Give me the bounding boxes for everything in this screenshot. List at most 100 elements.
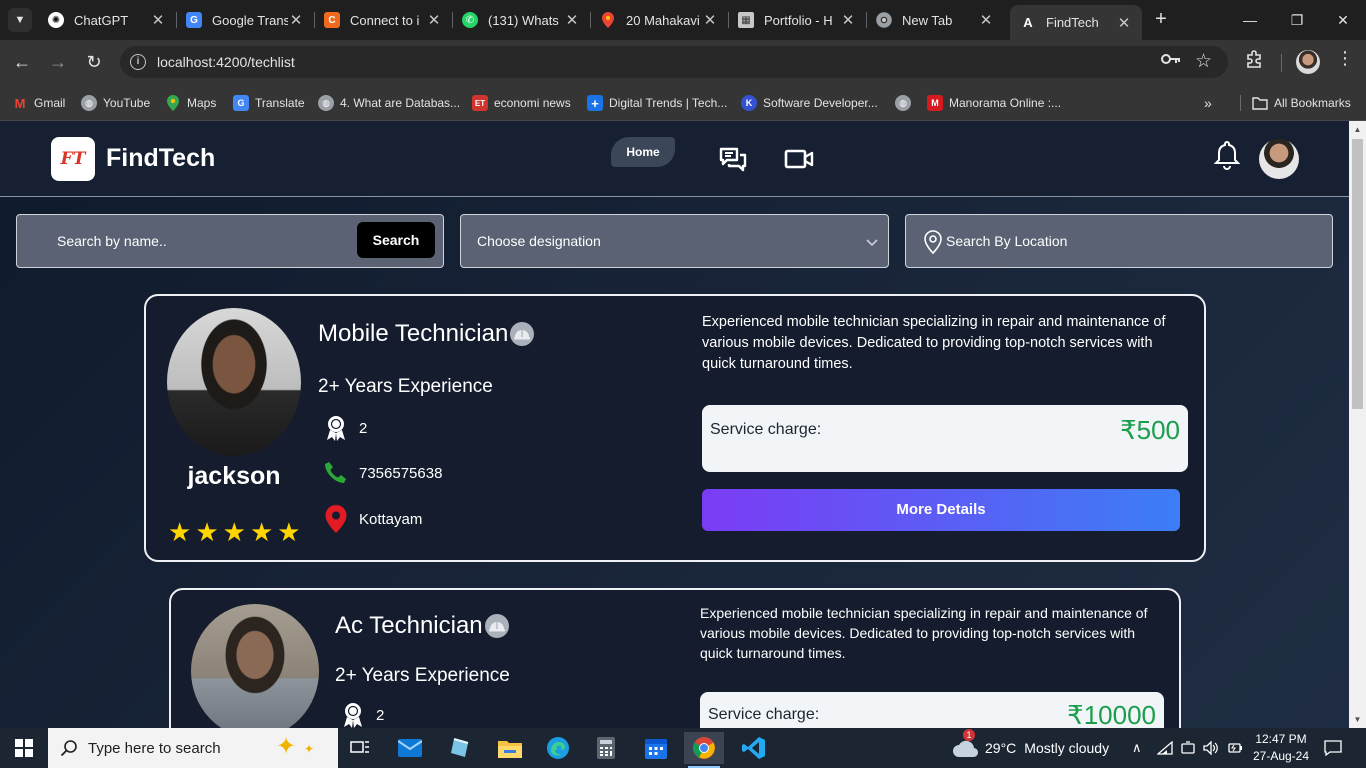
weather-widget[interactable]: 1 29°C Mostly cloudy — [952, 728, 1109, 768]
bookmark-gmail[interactable]: M Gmail — [12, 93, 66, 113]
address-bar[interactable]: i localhost:4200/techlist ☆ — [120, 46, 1228, 78]
tab-chatgpt[interactable]: ✺ ChatGPT ✕ — [38, 5, 177, 35]
bookmark-globe[interactable]: ◍ — [895, 93, 917, 113]
back-icon[interactable]: ← — [10, 50, 34, 74]
designation-select[interactable]: Choose designation — [460, 214, 889, 268]
scrollbar-thumb[interactable] — [1352, 139, 1363, 409]
close-icon[interactable]: ✕ — [426, 11, 442, 29]
tab-new-tab[interactable]: New Tab ✕ — [866, 5, 1004, 35]
star-icon: ★ — [222, 517, 246, 547]
close-window-button[interactable]: ✕ — [1320, 0, 1366, 40]
scroll-down-icon[interactable]: ▼ — [1349, 711, 1366, 728]
close-icon[interactable]: ✕ — [288, 11, 304, 29]
nav-home[interactable]: Home — [611, 137, 675, 167]
new-tab-button[interactable]: + — [1150, 8, 1172, 30]
mail-icon[interactable] — [390, 732, 430, 764]
volume-icon[interactable] — [1203, 728, 1219, 768]
browser-tabstrip: ▼ ✺ ChatGPT ✕ G Google Trans ✕ C Connect… — [0, 0, 1366, 40]
power-plug-icon[interactable] — [1227, 728, 1243, 768]
extensions-icon[interactable] — [1245, 50, 1263, 73]
bookmark-economic-news[interactable]: ET economi news — [472, 93, 571, 113]
calendar-icon[interactable] — [636, 732, 676, 764]
angular-icon: A — [1023, 15, 1033, 30]
tab-findtech[interactable]: A FindTech ✕ — [1010, 5, 1142, 40]
service-charge-box: Service charge: ₹500 — [702, 405, 1188, 472]
close-icon[interactable]: ✕ — [1116, 14, 1132, 32]
tab-connect[interactable]: C Connect to i ✕ — [314, 5, 453, 35]
search-button[interactable]: Search — [357, 222, 435, 258]
app-header: FT FindTech Home — [0, 121, 1349, 197]
password-key-icon[interactable] — [1161, 52, 1181, 71]
video-call-icon[interactable] — [784, 147, 814, 177]
site-info-icon[interactable]: i — [130, 54, 146, 70]
tab-mahakavi[interactable]: 20 Mahakavi ✕ — [590, 5, 729, 35]
bookmark-translate[interactable]: G Translate — [233, 93, 305, 113]
close-icon[interactable]: ✕ — [150, 11, 166, 29]
phone-number[interactable]: 7356575638 — [359, 465, 442, 482]
award-ribbon-icon — [322, 413, 350, 443]
more-details-button[interactable]: More Details — [702, 489, 1180, 531]
sparkle-icon: ✦ — [276, 733, 297, 760]
close-icon[interactable]: ✕ — [702, 11, 718, 29]
chat-icon[interactable] — [718, 145, 748, 175]
close-icon[interactable]: ✕ — [564, 11, 580, 29]
network-icon[interactable] — [1157, 728, 1173, 768]
chrome-icon — [876, 12, 892, 28]
taskbar-search-input[interactable]: Type here to search — [88, 740, 221, 757]
tab-google-translate[interactable]: G Google Trans ✕ — [176, 5, 315, 35]
bookmark-manorama[interactable]: M Manorama Online :... — [927, 93, 1061, 113]
page-scrollbar[interactable]: ▲ ▼ — [1349, 121, 1366, 728]
notes-app-icon[interactable] — [440, 732, 480, 764]
findtech-logo[interactable]: FT — [51, 137, 95, 181]
tab-search-button[interactable]: ▼ — [8, 8, 32, 32]
brand-name[interactable]: FindTech — [106, 144, 215, 173]
scroll-up-icon[interactable]: ▲ — [1349, 121, 1366, 138]
taskbar-clock[interactable]: 12:47 PM 27-Aug-24 — [1248, 731, 1314, 765]
close-icon[interactable]: ✕ — [840, 11, 856, 29]
taskbar-search[interactable]: Type here to search ✦ ✦ — [48, 728, 338, 768]
minimize-button[interactable]: — — [1227, 0, 1273, 40]
location-search-box[interactable]: Search By Location — [905, 214, 1333, 268]
all-bookmarks-button[interactable]: All Bookmarks — [1252, 93, 1351, 113]
weather-temp: 29°C — [985, 740, 1017, 756]
tab-title: New Tab — [902, 12, 953, 28]
tab-whatsapp[interactable]: ✆ (131) Whats ✕ — [452, 5, 591, 35]
close-icon[interactable]: ✕ — [978, 11, 994, 29]
search-input[interactable]: Search by name.. — [57, 233, 167, 249]
bookmark-software-developer[interactable]: K Software Developer... — [741, 93, 878, 113]
tab-portfolio[interactable]: ▦ Portfolio - H ✕ — [728, 5, 867, 35]
windows-start-icon[interactable] — [0, 728, 48, 768]
show-hidden-icons[interactable]: ∧ — [1132, 728, 1142, 768]
battery-saver-icon[interactable] — [1181, 728, 1195, 768]
vscode-icon[interactable] — [734, 732, 774, 764]
translate-icon: G — [233, 95, 249, 111]
tab-title: 20 Mahakavi — [626, 12, 700, 28]
forward-icon[interactable]: → — [46, 50, 70, 74]
profile-avatar[interactable] — [1296, 50, 1320, 74]
taskbar: Type here to search ✦ ✦ 1 29°C Mostly cl… — [0, 728, 1366, 768]
bookmark-star-icon[interactable]: ☆ — [1195, 50, 1212, 73]
location-input[interactable]: Search By Location — [946, 233, 1067, 249]
url-text[interactable]: localhost:4200/techlist — [157, 54, 295, 70]
file-explorer-icon[interactable] — [490, 732, 530, 764]
notification-bell-icon[interactable] — [1213, 139, 1243, 170]
task-view-icon[interactable] — [340, 732, 380, 764]
chrome-taskbar-icon[interactable] — [684, 732, 724, 768]
edge-browser-icon[interactable] — [538, 732, 578, 764]
menu-icon[interactable]: ⋮ — [1336, 48, 1354, 69]
user-avatar[interactable] — [1259, 139, 1299, 179]
bookmark-digital-trends[interactable]: + Digital Trends | Tech... — [587, 93, 727, 113]
bookmark-youtube[interactable]: ◍ YouTube — [81, 93, 150, 113]
tab-title: FindTech — [1046, 15, 1099, 30]
notification-center-icon[interactable] — [1324, 728, 1342, 768]
bookmarks-overflow-icon[interactable]: » — [1204, 93, 1212, 113]
google-translate-icon: G — [186, 12, 202, 28]
bookmark-maps[interactable]: Maps — [165, 93, 216, 113]
star-icon: ★ — [277, 517, 301, 547]
reload-icon[interactable]: ↻ — [82, 50, 106, 74]
bookmark-databases[interactable]: ◍ 4. What are Databas... — [318, 93, 460, 113]
technician-title-text: Mobile Technician — [318, 320, 509, 347]
rating-stars: ★ ★ ★ ★ ★ — [168, 519, 301, 545]
restore-button[interactable]: ❐ — [1274, 0, 1320, 40]
calculator-icon[interactable] — [586, 732, 626, 764]
